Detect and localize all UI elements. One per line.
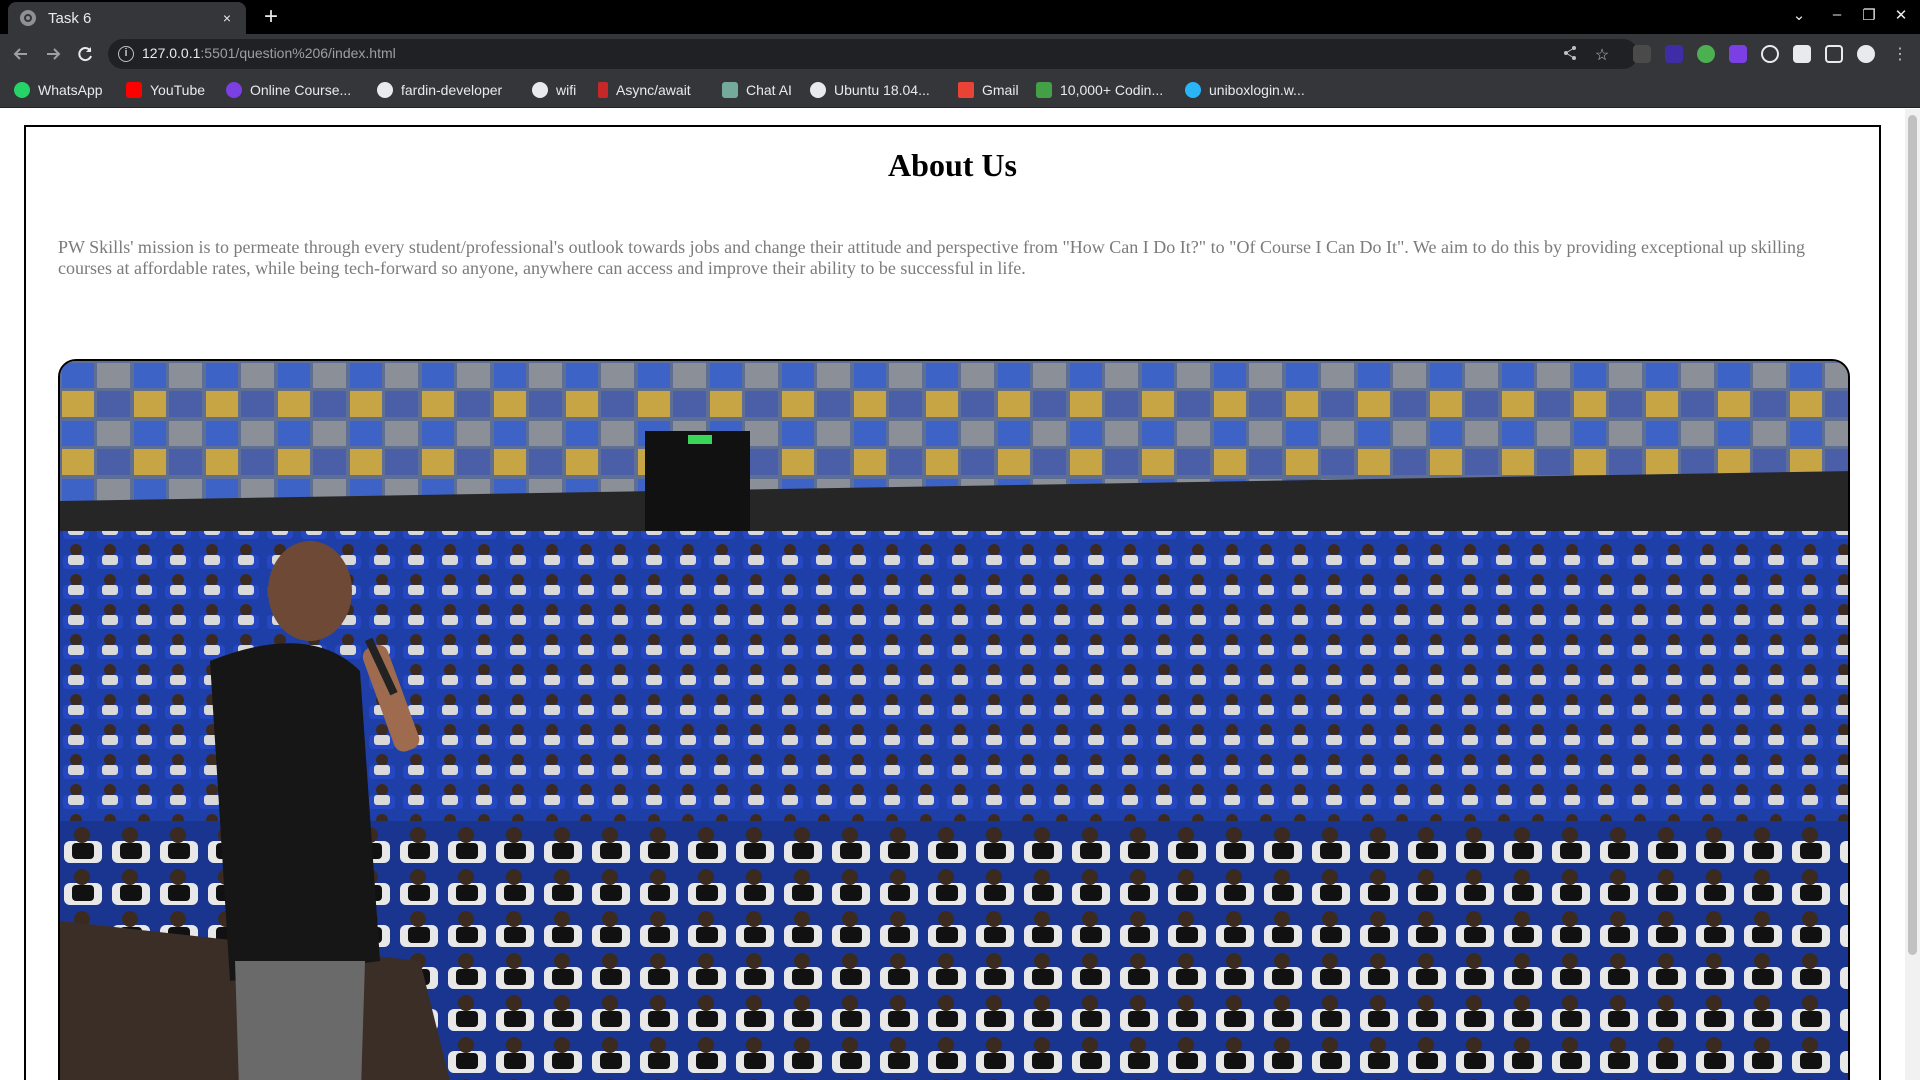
bookmark-label: YouTube <box>150 82 206 98</box>
bookmark-youtube[interactable]: YouTube <box>126 82 205 98</box>
globe-icon <box>532 82 548 98</box>
bookmark-label: WhatsApp <box>38 82 103 98</box>
github-icon <box>377 82 393 98</box>
tab-title: Task 6 <box>48 9 92 27</box>
tab-close-icon[interactable]: × <box>218 10 236 26</box>
bookmark-label: Chat AI <box>746 82 792 98</box>
extension-s-icon[interactable] <box>1729 45 1747 63</box>
page-title: About Us <box>888 147 1017 183</box>
whatsapp-icon <box>14 82 30 98</box>
tab-active[interactable]: Task 6 × <box>8 2 246 34</box>
puzzle-icon[interactable] <box>1793 45 1811 63</box>
back-icon[interactable] <box>10 43 32 65</box>
bookmark-fardin-developer[interactable]: fardin-developer <box>377 82 502 98</box>
extension-gear-icon[interactable] <box>1761 45 1779 63</box>
url-text: 127.0.0.1:5501/question%206/index.html <box>142 45 396 61</box>
side-panel-icon[interactable] <box>1825 45 1843 63</box>
new-tab-button[interactable]: + <box>258 4 284 30</box>
url-path: :5501/question%206/index.html <box>200 45 396 61</box>
bookmark-async-await[interactable]: Async/await <box>598 82 691 98</box>
bookmark-wifi[interactable]: wifi <box>532 82 576 98</box>
extension-tree-icon[interactable] <box>1697 45 1715 63</box>
scrollbar-thumb[interactable] <box>1908 115 1917 955</box>
bookmark-label: 10,000+ Codin... <box>1060 82 1164 98</box>
bookmark-label: wifi <box>556 82 577 98</box>
bookmark-label: fardin-developer <box>401 82 503 98</box>
course-icon <box>226 82 242 98</box>
url-host: 127.0.0.1 <box>142 45 201 61</box>
share-icon[interactable] <box>1560 45 1580 66</box>
tab-search-icon[interactable]: ⌄ <box>1788 6 1810 24</box>
bookmark-label: Gmail <box>982 82 1019 98</box>
address-bar[interactable]: i 127.0.0.1:5501/question%206/index.html… <box>108 39 1638 69</box>
minimize-icon[interactable]: – <box>1826 6 1848 23</box>
extension-badge-icon[interactable] <box>1665 45 1683 63</box>
restore-icon[interactable]: ❐ <box>1858 6 1880 24</box>
auditorium-photo <box>58 359 1850 1080</box>
bookmark-label: Online Course... <box>250 82 352 98</box>
coding-icon <box>1036 82 1052 98</box>
browser-toolbar: i 127.0.0.1:5501/question%206/index.html… <box>0 34 1920 74</box>
profile-avatar-icon[interactable] <box>1857 45 1875 63</box>
mission-paragraph: PW Skills' mission is to permeate throug… <box>58 237 1805 278</box>
extension-icon[interactable] <box>1633 45 1651 63</box>
bookmark-ubuntu[interactable]: Ubuntu 18.04... <box>810 82 930 98</box>
bookmark-whatsapp[interactable]: WhatsApp <box>14 82 103 98</box>
async-icon <box>598 82 608 98</box>
github-icon <box>810 82 826 98</box>
about-section: About Us PW Skills' mission is to permea… <box>24 125 1881 1080</box>
bookmark-online-course[interactable]: Online Course... <box>226 82 351 98</box>
close-window-icon[interactable]: ✕ <box>1890 6 1912 24</box>
bookmark-gmail[interactable]: Gmail <box>958 82 1019 98</box>
bookmark-label: Ubuntu 18.04... <box>834 82 930 98</box>
tab-strip: Task 6 × + ⌄ – ❐ ✕ <box>0 0 1920 34</box>
globe-icon <box>20 10 36 26</box>
gmail-icon <box>958 82 974 98</box>
reload-icon[interactable] <box>74 43 96 65</box>
bookmarks-bar: WhatsApp YouTube Online Course... fardin… <box>0 74 1920 108</box>
page-scrollbar[interactable] <box>1905 109 1920 1080</box>
bookmark-star-icon[interactable]: ☆ <box>1592 45 1612 65</box>
bookmark-label: Async/await <box>616 82 691 98</box>
bookmark-chat-ai[interactable]: Chat AI <box>722 82 792 98</box>
bookmark-coding[interactable]: 10,000+ Codin... <box>1036 82 1163 98</box>
menu-dots-icon[interactable]: ⋮ <box>1890 44 1910 64</box>
cloud-icon <box>1185 82 1201 98</box>
youtube-icon <box>126 82 142 98</box>
site-info-icon[interactable]: i <box>118 46 134 62</box>
forward-icon[interactable] <box>42 43 64 65</box>
chatai-icon <box>722 82 738 98</box>
page-viewport: About Us PW Skills' mission is to permea… <box>0 109 1905 1080</box>
bookmark-label: uniboxlogin.w... <box>1209 82 1305 98</box>
bookmark-unibox[interactable]: uniboxlogin.w... <box>1185 82 1305 98</box>
